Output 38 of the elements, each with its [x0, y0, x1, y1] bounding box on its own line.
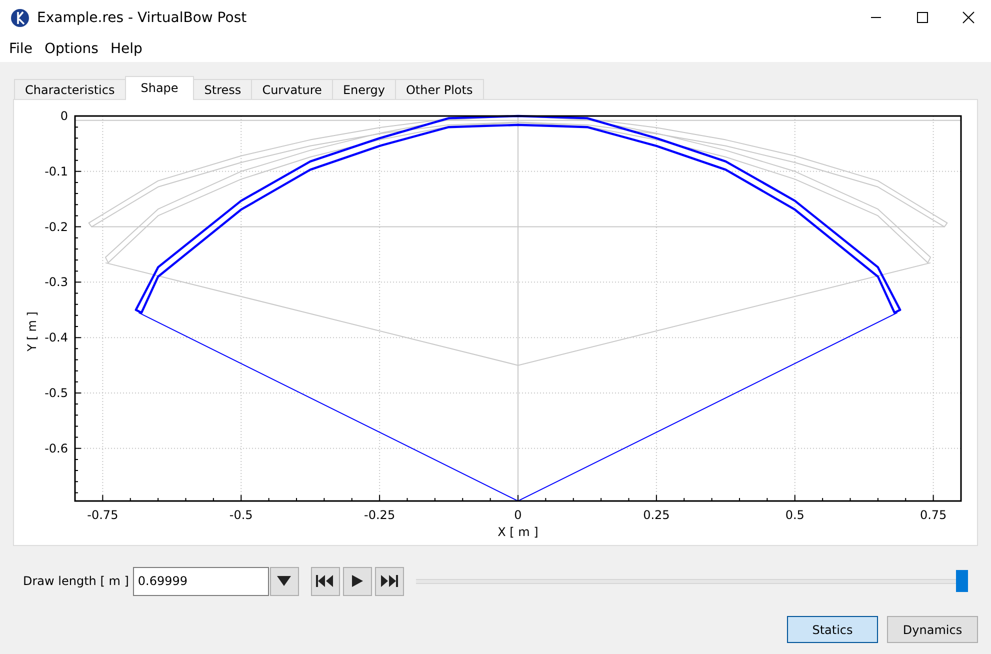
skip-forward-icon: [380, 575, 398, 587]
x-tick-label: -0.5: [229, 508, 253, 522]
y-axis-label: Y [ m ]: [25, 312, 39, 352]
x-tick-label: 0.5: [785, 508, 804, 522]
tab[interactable]: Characteristics: [14, 79, 126, 99]
dropdown-button[interactable]: [270, 566, 299, 596]
play-button[interactable]: [342, 566, 372, 596]
y-tick-label: -0.2: [44, 220, 68, 234]
last-frame-button[interactable]: [374, 566, 404, 596]
y-tick-label: -0.5: [44, 386, 68, 400]
draw-length-label: Draw length [ m ]: [23, 574, 129, 588]
tab[interactable]: Energy: [332, 79, 396, 99]
y-tick-label: 0: [60, 109, 68, 123]
first-frame-button[interactable]: [310, 566, 340, 596]
menu-item[interactable]: Help: [104, 40, 148, 56]
mode-button[interactable]: Dynamics: [887, 616, 978, 643]
x-tick-label: -0.25: [364, 508, 396, 522]
mode-button[interactable]: Statics: [787, 616, 878, 643]
x-tick-label: 0.25: [643, 508, 670, 522]
y-tick-label: -0.6: [44, 441, 68, 456]
menu-item[interactable]: File: [3, 40, 38, 56]
y-tick-label: -0.1: [44, 164, 68, 178]
window-title: Example.res - VirtualBow Post: [37, 10, 248, 26]
x-tick-label: -0.75: [87, 508, 118, 522]
y-tick-label: -0.4: [44, 330, 68, 345]
menu-item[interactable]: Options: [38, 40, 104, 56]
x-tick-label: 0.75: [920, 508, 947, 522]
x-tick-label: 0: [514, 508, 522, 522]
slider-thumb[interactable]: [956, 570, 968, 592]
app-logo-icon: [11, 8, 29, 26]
skip-back-icon: [316, 575, 334, 587]
tab[interactable]: Shape: [124, 76, 194, 100]
play-icon: [352, 575, 363, 587]
x-axis-label: X [ m ]: [498, 525, 538, 539]
caret-icon: [277, 576, 292, 586]
draw-length-field[interactable]: 0.69999: [132, 566, 269, 596]
y-tick-label: -0.3: [44, 275, 68, 290]
tab[interactable]: Other Plots: [394, 79, 484, 99]
